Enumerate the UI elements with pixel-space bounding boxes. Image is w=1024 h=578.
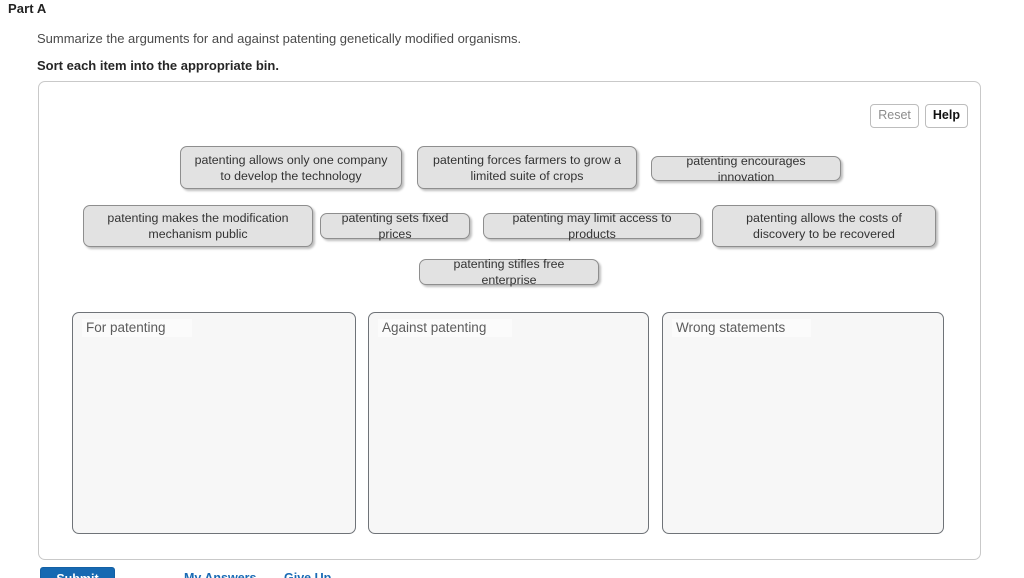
give-up-link[interactable]: Give Up bbox=[284, 567, 331, 578]
page-title: Part A bbox=[8, 1, 47, 16]
bin-label-against-patenting: Against patenting bbox=[378, 319, 513, 337]
activity-panel: Reset Help patenting allows only one com… bbox=[38, 81, 981, 560]
draggable-item-6[interactable]: patenting allows the costs of discovery … bbox=[712, 205, 936, 247]
question-prompt-text: Summarize the arguments for and against … bbox=[37, 31, 522, 46]
bin-label-for-patenting: For patenting bbox=[82, 319, 192, 337]
submit-button[interactable]: Submit bbox=[40, 567, 115, 578]
draggable-item-0[interactable]: patenting allows only one company to dev… bbox=[180, 146, 402, 189]
reset-button[interactable]: Reset bbox=[870, 104, 919, 128]
bin-wrong-statements[interactable]: Wrong statements bbox=[662, 312, 944, 534]
help-button[interactable]: Help bbox=[924, 104, 968, 128]
bin-against-patenting[interactable]: Against patenting bbox=[368, 312, 649, 534]
draggable-item-4[interactable]: patenting sets fixed prices bbox=[320, 211, 470, 241]
bin-label-wrong-statements: Wrong statements bbox=[672, 319, 812, 337]
bin-for-patenting[interactable]: For patenting bbox=[72, 312, 356, 534]
draggable-item-7[interactable]: patenting stifles free enterprise bbox=[419, 257, 599, 287]
footer-actions: Submit My Answers Give Up bbox=[38, 567, 538, 578]
my-answers-link[interactable]: My Answers bbox=[184, 567, 256, 578]
draggable-item-3[interactable]: patenting makes the modification mechani… bbox=[83, 205, 313, 247]
sort-instruction-text: Sort each item into the appropriate bin. bbox=[37, 58, 279, 73]
draggable-item-2[interactable]: patenting encourages innovation bbox=[651, 154, 841, 184]
panel-toolbar: Reset Help bbox=[870, 104, 968, 128]
draggable-item-5[interactable]: patenting may limit access to products bbox=[483, 211, 701, 241]
draggable-item-1[interactable]: patenting forces farmers to grow a limit… bbox=[417, 146, 637, 189]
